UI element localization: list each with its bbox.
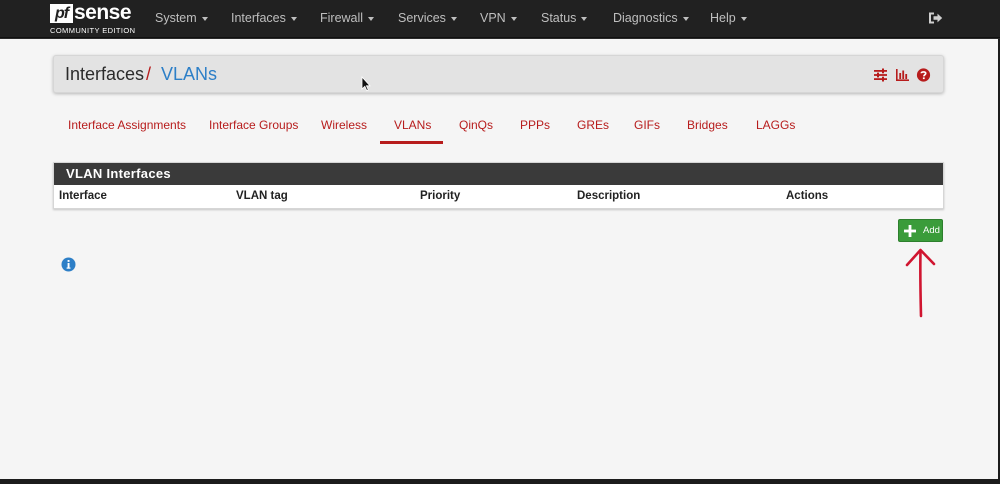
panel-title: VLAN Interfaces [54,163,943,185]
sliders-icon[interactable] [873,68,888,82]
tab-qinqs[interactable]: QinQs [459,118,493,138]
tab-interface-assignments[interactable]: Interface Assignments [68,118,186,138]
nav-menu-label: Firewall [320,11,364,25]
nav-menu-status[interactable]: Status [541,0,588,36]
caret-down-icon [682,16,689,21]
nav-menu-label: Help [710,11,736,25]
mouse-cursor-icon [361,76,371,92]
column-header-vlan-tag: VLAN tag [236,190,288,202]
add-vlan-button[interactable]: Add [898,219,943,242]
tab-wireless[interactable]: Wireless [321,118,367,138]
tab-gifs[interactable]: GIFs [634,118,660,138]
main-content: Interfaces / VLANs Interface Assignments [0,39,998,479]
column-header-interface: Interface [59,190,107,202]
nav-menu-help[interactable]: Help [710,0,747,36]
tab-laggs[interactable]: LAGGs [756,118,795,138]
column-header-description: Description [577,190,641,202]
caret-down-icon [450,16,457,21]
add-button-label: Add [923,225,940,236]
column-header-priority: Priority [420,190,461,202]
tab-bridges[interactable]: Bridges [687,118,728,138]
tab-gres[interactable]: GREs [577,118,609,138]
caret-down-icon [510,16,517,21]
breadcrumb-interfaces-link[interactable]: Interfaces [65,64,144,85]
nav-menu-system[interactable]: System [155,0,208,36]
nav-menu-services[interactable]: Services [398,0,457,36]
nav-menu-label: Status [541,11,577,25]
bar-chart-icon[interactable] [895,68,910,82]
nav-menu-firewall[interactable]: Firewall [320,0,375,36]
logo-edition: COMMUNITY EDITION [50,26,136,35]
nav-menu-label: Interfaces [231,11,286,25]
help-circle-icon[interactable] [916,68,931,82]
caret-down-icon [290,16,297,21]
tab-interface-groups[interactable]: Interface Groups [209,118,298,138]
active-tab-indicator [380,141,443,144]
pfsense-logo[interactable]: pf sense COMMUNITY EDITION [50,1,136,35]
nav-menu-label: Services [398,11,446,25]
window-bottom-edge [0,479,1000,484]
caret-down-icon [368,16,375,21]
top-navbar: pf sense COMMUNITY EDITION System Interf… [0,0,1000,38]
logo-pf: pf [50,4,73,23]
nav-menu-label: System [155,11,197,25]
caret-down-icon [581,16,588,21]
breadcrumb-vlans-link[interactable]: VLANs [161,64,217,85]
info-icon[interactable] [61,257,76,272]
nav-menu-label: VPN [480,11,506,25]
red-arrow-annotation-icon [905,248,936,318]
caret-down-icon [740,16,747,21]
nav-menu-diagnostics[interactable]: Diagnostics [613,0,689,36]
breadcrumb: Interfaces / VLANs [53,55,944,93]
nav-menu-vpn[interactable]: VPN [480,0,517,36]
sign-out-icon[interactable] [928,11,943,25]
plus-icon [904,225,916,237]
logo-sense: sense [74,1,132,24]
breadcrumb-separator: / [146,64,152,84]
nav-menu-label: Diagnostics [613,11,678,25]
caret-down-icon [201,16,208,21]
tab-ppps[interactable]: PPPs [520,118,550,138]
tab-vlans[interactable]: VLANs [394,118,431,138]
column-header-actions: Actions [786,190,829,202]
vlan-interfaces-panel: VLAN Interfaces Interface VLAN tag Prior… [53,162,944,209]
nav-menu-interfaces[interactable]: Interfaces [231,0,297,36]
